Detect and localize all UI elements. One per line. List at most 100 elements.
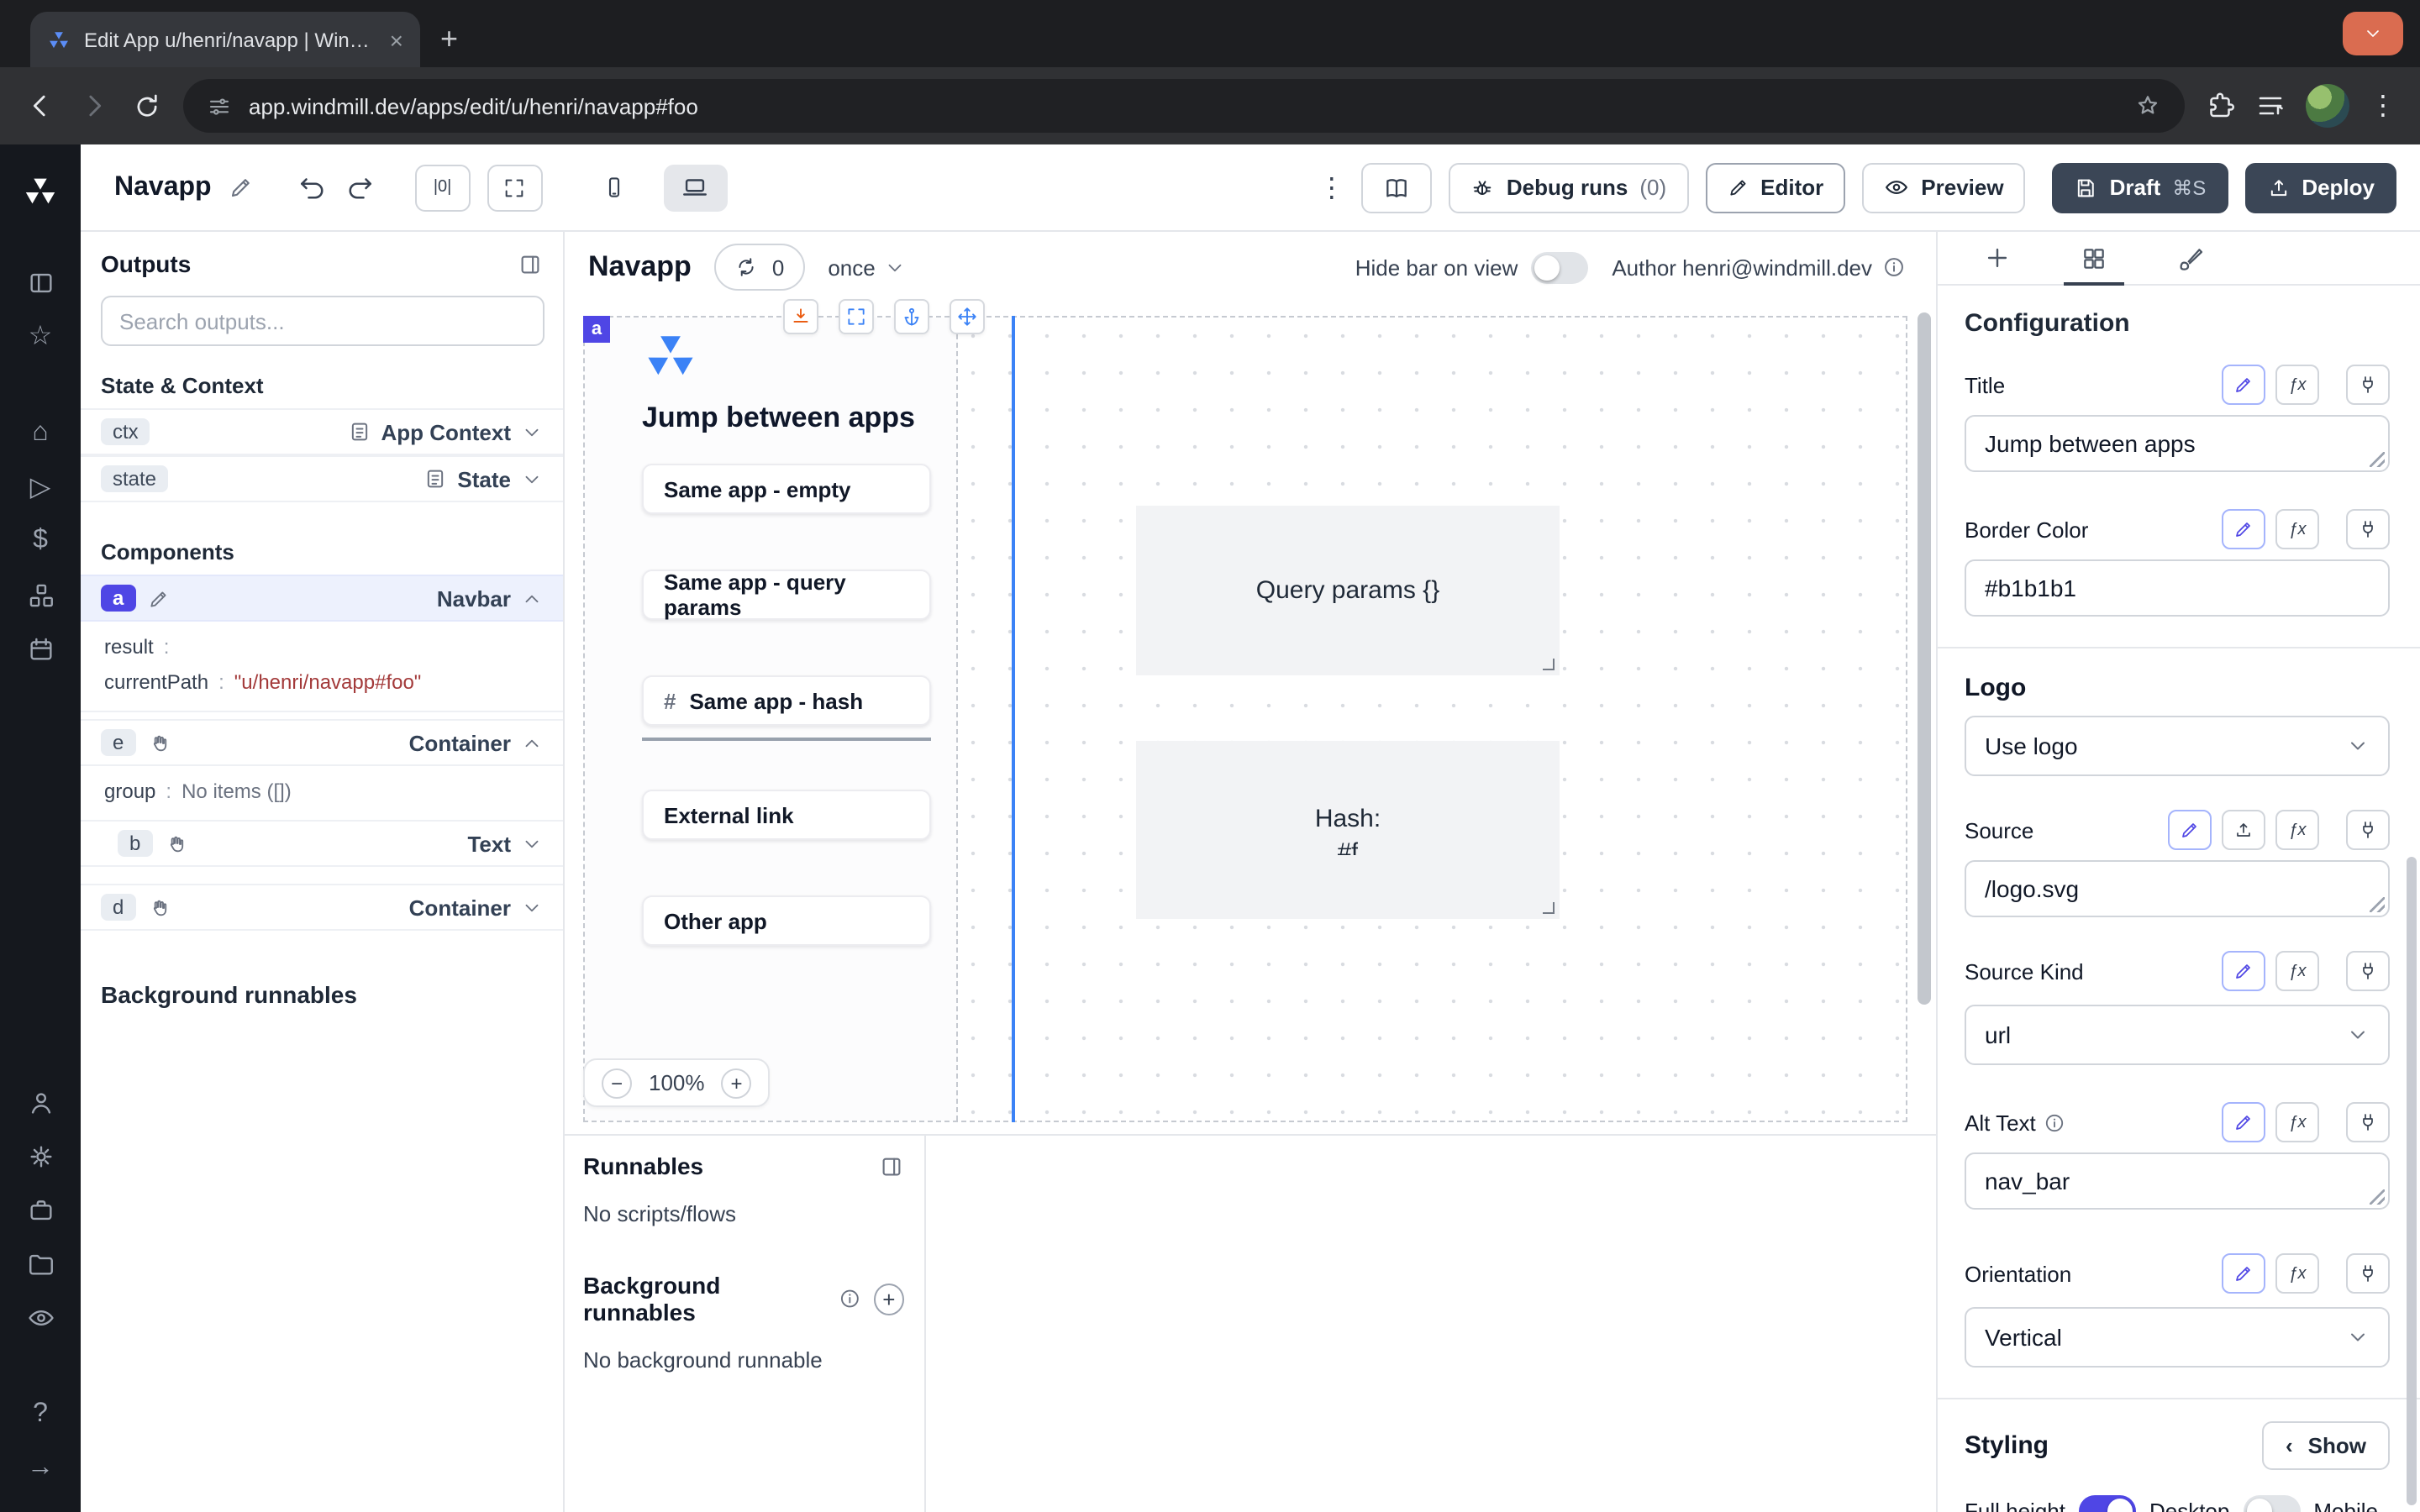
desktop-view-button[interactable] [664, 164, 728, 211]
connect-plug-button[interactable] [2346, 509, 2390, 549]
site-settings-icon[interactable] [207, 93, 232, 118]
edit-static-button[interactable] [2168, 810, 2212, 850]
zoom-out-button[interactable]: − [602, 1068, 632, 1098]
styling-brush-tab[interactable] [2170, 232, 2213, 284]
draft-button[interactable]: Draft ⌘S [2053, 162, 2228, 213]
column-drag-guide[interactable] [1012, 316, 1015, 1122]
fx-eval-button[interactable]: ƒx [2275, 365, 2319, 405]
resources-icon[interactable] [0, 568, 81, 622]
resize-grip-icon[interactable] [2370, 452, 2385, 467]
chevron-down-icon[interactable] [521, 421, 543, 443]
mobile-view-button[interactable] [583, 164, 647, 211]
chevron-up-icon[interactable] [521, 587, 543, 609]
alt-text-input[interactable]: nav_bar [1965, 1152, 2390, 1210]
redo-icon[interactable] [345, 172, 375, 202]
component-row-container-d[interactable]: d Container [81, 884, 563, 931]
layout-columns-button[interactable]: |0| [415, 164, 471, 211]
ctx-row[interactable]: ctx App Context [81, 408, 563, 455]
favorites-star-icon[interactable]: ☆ [0, 309, 81, 363]
connect-plug-button[interactable] [2346, 1102, 2390, 1142]
nav-link-other-app[interactable]: Other app [642, 895, 931, 946]
component-row-navbar[interactable]: a Navbar [81, 575, 563, 622]
source-input[interactable]: /logo.svg [1965, 860, 2390, 917]
pointer-hand-icon[interactable] [147, 732, 169, 753]
full-height-toggle[interactable] [2079, 1495, 2136, 1512]
query-params-component[interactable]: Query params {} [1136, 506, 1560, 675]
schedule-dropdown[interactable]: once [828, 255, 905, 280]
fx-eval-button[interactable]: ƒx [2275, 810, 2319, 850]
expand-rail-icon[interactable]: → [0, 1441, 81, 1495]
editor-mode-button[interactable]: Editor [1705, 162, 1845, 213]
url-text[interactable]: app.windmill.dev/apps/edit/u/henri/navap… [249, 93, 2118, 118]
edit-static-button[interactable] [2222, 365, 2265, 405]
settings-gear-icon[interactable] [0, 1129, 81, 1183]
workers-icon[interactable] [0, 1183, 81, 1236]
show-styling-button[interactable]: ‹ Show [2262, 1421, 2390, 1470]
border-color-input[interactable]: #b1b1b1 [1965, 559, 2390, 617]
back-icon[interactable] [24, 89, 57, 123]
insert-component-tab[interactable] [1975, 232, 2018, 284]
home-icon[interactable]: ⌂ [0, 407, 81, 460]
header-menu-icon[interactable]: ⋮ [1318, 171, 1345, 204]
reload-icon[interactable] [131, 90, 163, 122]
selected-component-tag[interactable]: a [583, 316, 610, 343]
connect-plug-button[interactable] [2346, 365, 2390, 405]
refresh-control[interactable]: 0 [715, 244, 804, 291]
forward-icon[interactable] [77, 89, 111, 123]
insert-below-button[interactable] [783, 299, 818, 334]
page-scrollbar[interactable] [2407, 857, 2417, 1505]
media-controls-icon[interactable] [2255, 91, 2286, 121]
info-icon[interactable] [839, 1287, 862, 1310]
info-icon[interactable] [2044, 1111, 2066, 1133]
recording-indicator[interactable] [2343, 12, 2403, 55]
fx-eval-button[interactable]: ƒx [2275, 1253, 2319, 1294]
runs-icon[interactable]: ▷ [0, 460, 81, 514]
app-canvas[interactable]: a Jump between apps [565, 302, 1936, 1134]
nav-link-hash[interactable]: #Same app - hash [642, 675, 931, 726]
component-row-container-e[interactable]: e Container [81, 719, 563, 766]
fx-eval-button[interactable]: ƒx [2275, 951, 2319, 991]
resize-grip-icon[interactable] [2370, 897, 2385, 912]
chevron-down-icon[interactable] [521, 896, 543, 918]
url-bar[interactable]: app.windmill.dev/apps/edit/u/henri/navap… [183, 79, 2185, 133]
profile-avatar[interactable] [2306, 84, 2349, 128]
user-icon[interactable] [0, 1075, 81, 1129]
add-background-runnable-button[interactable]: + [874, 1283, 904, 1315]
folders-icon[interactable] [0, 1236, 81, 1290]
move-button[interactable] [950, 299, 985, 334]
resize-handle[interactable] [1543, 902, 1555, 914]
component-row-text-b[interactable]: b Text [81, 820, 563, 867]
info-icon[interactable] [1882, 255, 1906, 279]
tab-close-icon[interactable]: × [390, 28, 403, 51]
fx-eval-button[interactable]: ƒx [2275, 509, 2319, 549]
mobile-toggle[interactable] [2243, 1495, 2300, 1512]
edit-pencil-icon[interactable] [147, 587, 169, 609]
extensions-icon[interactable] [2205, 91, 2235, 121]
chevron-down-icon[interactable] [521, 468, 543, 490]
use-logo-select[interactable]: Use logo [1965, 716, 2390, 776]
pointer-hand-icon[interactable] [164, 832, 186, 854]
navbar-component[interactable]: Jump between apps Same app - empty Same … [585, 318, 958, 1121]
component-settings-tab[interactable] [2072, 232, 2116, 284]
fx-eval-button[interactable]: ƒx [2275, 1102, 2319, 1142]
canvas-scrollbar[interactable] [1918, 312, 1931, 1005]
collapse-panel-icon[interactable] [518, 251, 543, 276]
expand-component-button[interactable] [839, 299, 874, 334]
upload-button[interactable] [2222, 810, 2265, 850]
search-outputs-input[interactable] [101, 296, 544, 346]
edit-static-button[interactable] [2222, 951, 2265, 991]
debug-runs-button[interactable]: Debug runs (0) [1449, 162, 1688, 213]
windmill-logo[interactable] [0, 165, 81, 218]
browser-menu-icon[interactable]: ⋮ [2370, 89, 2396, 123]
canvas-grid-area[interactable]: a Jump between apps [583, 316, 1907, 1122]
edit-static-button[interactable] [2222, 1102, 2265, 1142]
fullscreen-button[interactable] [487, 164, 543, 211]
new-tab-button[interactable]: + [440, 24, 458, 54]
help-icon[interactable]: ? [0, 1388, 81, 1441]
connect-plug-button[interactable] [2346, 951, 2390, 991]
browser-tab[interactable]: Edit App u/henri/navapp | Windmill × [30, 12, 420, 67]
anchor-button[interactable] [894, 299, 929, 334]
hide-bar-toggle[interactable] [1531, 251, 1588, 283]
nav-link-external[interactable]: External link [642, 790, 931, 840]
deploy-button[interactable]: Deploy [2244, 162, 2396, 213]
